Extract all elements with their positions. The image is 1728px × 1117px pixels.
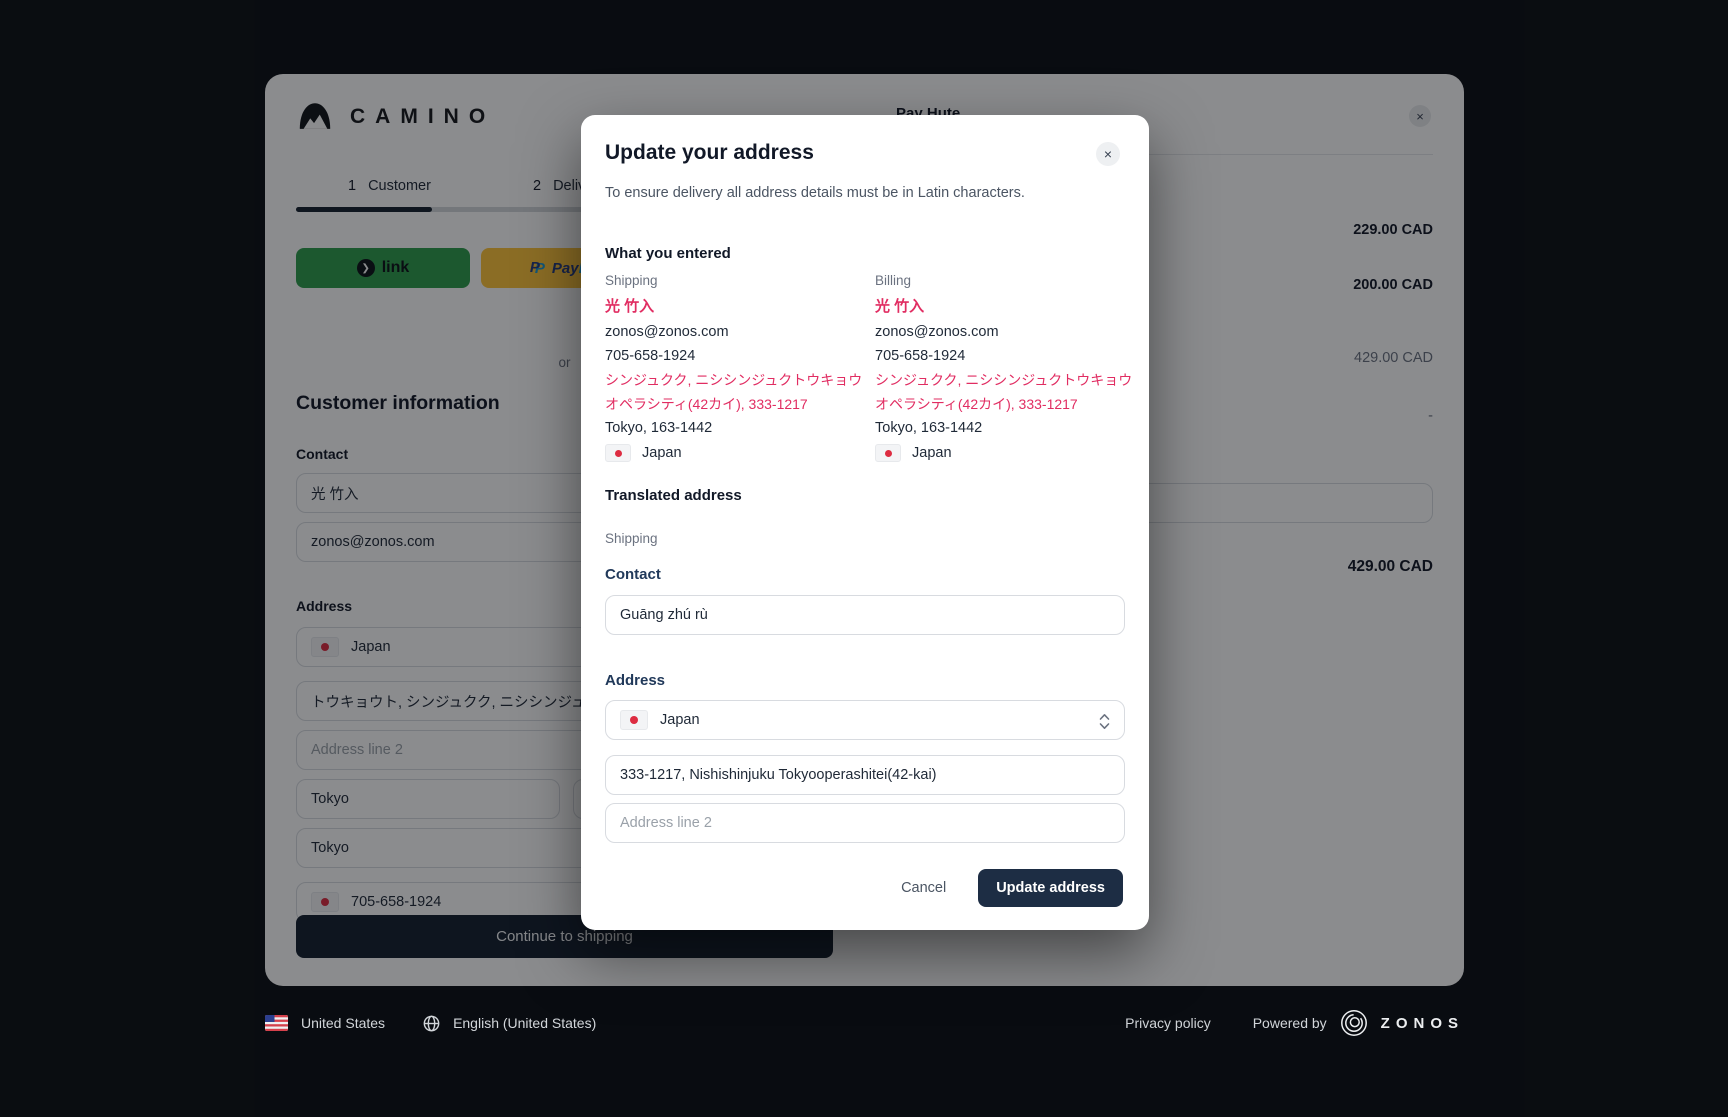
- zonos-wordmark: ZONOS: [1381, 1015, 1464, 1032]
- translated-address-line1-input[interactable]: [605, 755, 1125, 795]
- entered-city-postal: Tokyo, 163-1442: [875, 417, 1135, 441]
- update-address-modal: Update your address × To ensure delivery…: [581, 115, 1149, 930]
- modal-address-heading: Address: [605, 672, 665, 689]
- entered-phone: 705-658-1924: [875, 345, 1135, 369]
- what-you-entered-heading: What you entered: [605, 245, 731, 262]
- update-address-button[interactable]: Update address: [978, 869, 1123, 907]
- translated-shipping-label: Shipping: [605, 531, 658, 546]
- powered-by-label: Powered by: [1253, 1015, 1327, 1031]
- entered-country-row: Japan: [875, 444, 1135, 462]
- footer-country-selector[interactable]: United States: [301, 1015, 385, 1031]
- entered-country: Japan: [912, 445, 952, 461]
- entered-address-line1: シンジュクク, ニシシンジュクトウキョウ: [875, 369, 1135, 393]
- globe-icon: [423, 1015, 440, 1032]
- zonos-logo-icon: [1340, 1009, 1368, 1037]
- entered-city-postal: Tokyo, 163-1442: [605, 417, 869, 441]
- japan-flag-icon: [620, 710, 648, 730]
- cancel-button[interactable]: Cancel: [895, 879, 952, 897]
- entered-country-row: Japan: [605, 444, 869, 462]
- privacy-policy-link[interactable]: Privacy policy: [1125, 1015, 1211, 1031]
- entered-billing-column: Billing 光 竹入 zonos@zonos.com 705-658-192…: [875, 270, 1135, 462]
- shipping-column-label: Shipping: [605, 270, 869, 296]
- modal-contact-heading: Contact: [605, 566, 661, 583]
- entered-phone: 705-658-1924: [605, 345, 869, 369]
- entered-email: zonos@zonos.com: [605, 321, 869, 345]
- entered-address-line2: オペラシティ(42カイ), 333-1217: [605, 393, 869, 417]
- entered-address-line1: シンジュクク, ニシシンジュクトウキョウ: [605, 369, 869, 393]
- translated-country-select[interactable]: Japan: [605, 700, 1125, 740]
- billing-column-label: Billing: [875, 270, 1135, 296]
- footer: United States English (United States) Pr…: [265, 1000, 1464, 1046]
- us-flag-icon: [265, 1015, 288, 1031]
- chevron-updown-icon: [1099, 713, 1110, 730]
- entered-country: Japan: [642, 445, 682, 461]
- translated-contact-input[interactable]: [605, 595, 1125, 635]
- entered-email: zonos@zonos.com: [875, 321, 1135, 345]
- modal-subtitle: To ensure delivery all address details m…: [605, 185, 1025, 201]
- translated-country-value: Japan: [660, 712, 700, 728]
- japan-flag-icon: [605, 444, 631, 462]
- translated-address-heading: Translated address: [605, 487, 742, 504]
- modal-title: Update your address: [605, 141, 814, 165]
- modal-close-button[interactable]: ×: [1096, 142, 1120, 166]
- japan-flag-icon: [875, 444, 901, 462]
- entered-address-line2: オペラシティ(42カイ), 333-1217: [875, 393, 1135, 417]
- entered-shipping-column: Shipping 光 竹入 zonos@zonos.com 705-658-19…: [605, 270, 869, 462]
- entered-name: 光 竹入: [605, 296, 869, 321]
- entered-name: 光 竹入: [875, 296, 1135, 321]
- translated-address-line2-input[interactable]: [605, 803, 1125, 843]
- footer-language-selector[interactable]: English (United States): [453, 1015, 596, 1031]
